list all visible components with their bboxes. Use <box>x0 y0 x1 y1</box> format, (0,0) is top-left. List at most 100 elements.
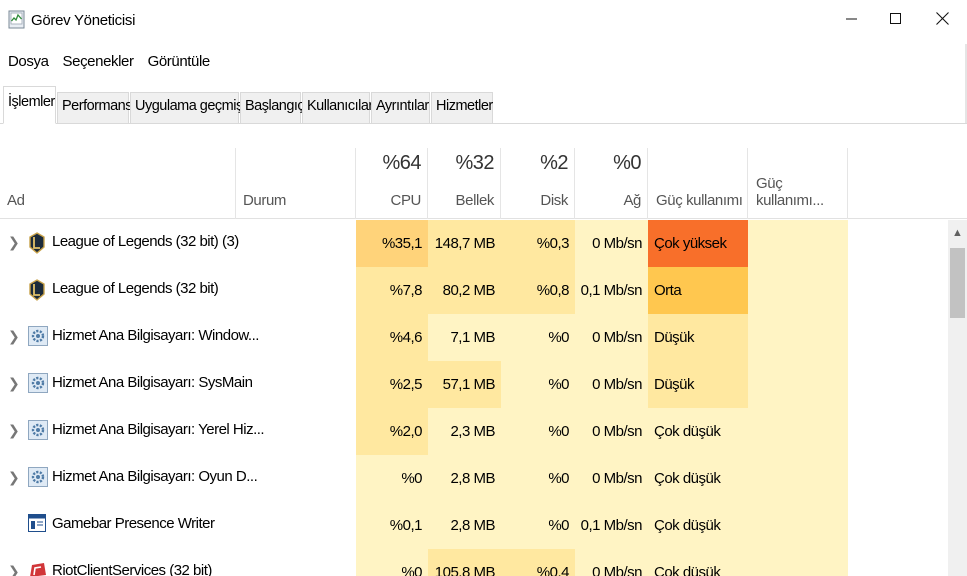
expand-chevron-icon[interactable]: ❯ <box>8 422 20 439</box>
column-status-label: Durum <box>243 192 287 209</box>
task-manager-icon <box>8 10 26 30</box>
cpu-total-percent: %64 <box>382 152 421 174</box>
tab-startup[interactable]: Başlangıç <box>240 92 305 123</box>
cpu-cell: %0 <box>356 455 428 502</box>
menu-file[interactable]: Dosya <box>0 50 49 78</box>
network-cell: 0,1 Mb/sn <box>575 267 648 314</box>
memory-cell: 80,2 MB <box>428 267 501 314</box>
riot-client-icon <box>28 561 46 576</box>
process-name: Hizmet Ana Bilgisayarı: SysMain <box>52 374 253 391</box>
menu-view[interactable]: Görüntüle <box>140 50 211 78</box>
power-trend-cell <box>748 455 848 502</box>
column-header-power[interactable]: Güç kullanımı <box>648 148 748 219</box>
power-usage-cell: Orta <box>648 267 748 314</box>
cpu-cell: %7,8 <box>356 267 428 314</box>
disk-cell: %0 <box>501 502 575 549</box>
memory-cell: 2,8 MB <box>428 502 501 549</box>
process-row[interactable]: ❯ League of Legends (32 bit) (3) %35,1 148,… <box>0 220 948 267</box>
process-list: ❯ League of Legends (32 bit) (3) %35,1 148,… <box>0 220 948 576</box>
power-usage-cell: Çok düşük <box>648 455 748 502</box>
expand-chevron-icon[interactable]: ❯ <box>8 234 20 251</box>
column-header-cpu[interactable]: %64 CPU <box>356 148 428 219</box>
memory-cell: 2,3 MB <box>428 408 501 455</box>
expand-chevron-icon[interactable]: ❯ <box>8 563 20 576</box>
column-cpu-label: CPU <box>390 192 422 209</box>
disk-total-percent: %2 <box>540 152 568 174</box>
maximize-button[interactable] <box>873 0 919 40</box>
process-row[interactable]: ❯ Hizmet Ana Bilgisayarı: Yerel Hiz... %2,… <box>0 408 948 455</box>
memory-cell: 2,8 MB <box>428 455 501 502</box>
column-header-network[interactable]: %0 Ağ <box>575 148 648 219</box>
power-trend-cell <box>748 267 848 314</box>
scroll-up-button[interactable]: ▲ <box>948 220 967 246</box>
disk-cell: %0,4 <box>501 549 575 576</box>
power-trend-cell <box>748 549 848 576</box>
service-gear-icon <box>28 326 48 348</box>
cpu-cell: %2,0 <box>356 408 428 455</box>
disk-cell: %0 <box>501 408 575 455</box>
memory-total-percent: %32 <box>455 152 494 174</box>
process-row[interactable]: League of Legends (32 bit) %7,8 80,2 MB %0,… <box>0 267 948 314</box>
tab-services[interactable]: Hizmetler <box>431 92 493 123</box>
power-trend-cell <box>748 220 848 267</box>
process-row[interactable]: Gamebar Presence Writer %0,1 2,8 MB %0 0,1 M… <box>0 502 948 549</box>
menu-options[interactable]: Seçenekler <box>55 50 134 78</box>
memory-cell: 105,8 MB <box>428 549 501 576</box>
power-trend-cell <box>748 361 848 408</box>
column-header-status[interactable]: Durum <box>236 148 356 219</box>
app-window-icon <box>28 514 46 536</box>
power-trend-cell <box>748 408 848 455</box>
window-title: Görev Yöneticisi <box>31 12 136 29</box>
maximize-icon <box>890 12 902 29</box>
power-usage-cell: Çok yüksek <box>648 220 748 267</box>
power-usage-cell: Düşük <box>648 314 748 361</box>
service-gear-icon <box>28 373 48 395</box>
expand-chevron-icon[interactable]: ❯ <box>8 328 20 345</box>
column-header-name[interactable]: Ad <box>0 148 236 219</box>
network-cell: 0,1 Mb/sn <box>575 502 648 549</box>
disk-cell: %0 <box>501 361 575 408</box>
column-power-label: Güç kullanımı <box>656 192 743 209</box>
cpu-cell: %2,5 <box>356 361 428 408</box>
process-row[interactable]: ❯ Hizmet Ana Bilgisayarı: SysMain %2,5 57,1… <box>0 361 948 408</box>
process-row[interactable]: ❯ Hizmet Ana Bilgisayarı: Window... %4,6 7,… <box>0 314 948 361</box>
scroll-thumb[interactable] <box>950 248 965 318</box>
service-gear-icon <box>28 467 48 489</box>
column-header-row: Ad Durum %64 CPU %32 Bellek %2 Disk %0 A… <box>0 148 967 219</box>
disk-cell: %0,3 <box>501 220 575 267</box>
scroll-up-arrow-icon: ▲ <box>952 227 963 239</box>
service-gear-icon <box>28 420 48 442</box>
process-name: Gamebar Presence Writer <box>52 515 215 532</box>
process-row[interactable]: ❯ RiotClientServices (32 bit) %0 105,8 MB %0… <box>0 549 948 576</box>
network-cell: 0 Mb/sn <box>575 455 648 502</box>
expand-chevron-icon[interactable]: ❯ <box>8 375 20 392</box>
title-bar: Görev Yöneticisi <box>0 0 967 44</box>
close-icon <box>935 11 949 29</box>
column-header-power-trend[interactable]: Güç kullanımı... <box>748 148 848 219</box>
memory-cell: 57,1 MB <box>428 361 501 408</box>
tab-strip: İşlemler Performans Uygulama geçmişi Baş… <box>0 86 967 124</box>
league-of-legends-icon <box>28 232 46 254</box>
minimize-icon <box>846 12 858 29</box>
process-name: Hizmet Ana Bilgisayarı: Window... <box>52 327 259 344</box>
tab-details[interactable]: Ayrıntılar <box>371 92 430 123</box>
minimize-button[interactable] <box>829 0 875 40</box>
tab-performance[interactable]: Performans <box>57 92 132 123</box>
power-usage-cell: Çok düşük <box>648 408 748 455</box>
process-name: League of Legends (32 bit) <box>52 280 219 297</box>
power-trend-cell <box>748 502 848 549</box>
column-header-disk[interactable]: %2 Disk <box>501 148 575 219</box>
expand-chevron-icon[interactable]: ❯ <box>8 469 20 486</box>
process-row[interactable]: ❯ Hizmet Ana Bilgisayarı: Oyun D... %0 2,8 … <box>0 455 948 502</box>
tab-users[interactable]: Kullanıcılar <box>302 92 373 123</box>
close-button[interactable] <box>919 0 965 40</box>
memory-cell: 7,1 MB <box>428 314 501 361</box>
network-cell: 0 Mb/sn <box>575 220 648 267</box>
cpu-cell: %4,6 <box>356 314 428 361</box>
column-name-label: Ad <box>7 192 25 209</box>
disk-cell: %0,8 <box>501 267 575 314</box>
vertical-scrollbar[interactable]: ▲ <box>948 220 967 576</box>
tab-processes[interactable]: İşlemler <box>3 86 56 124</box>
tab-app-history[interactable]: Uygulama geçmişi <box>130 92 246 123</box>
column-header-memory[interactable]: %32 Bellek <box>428 148 501 219</box>
